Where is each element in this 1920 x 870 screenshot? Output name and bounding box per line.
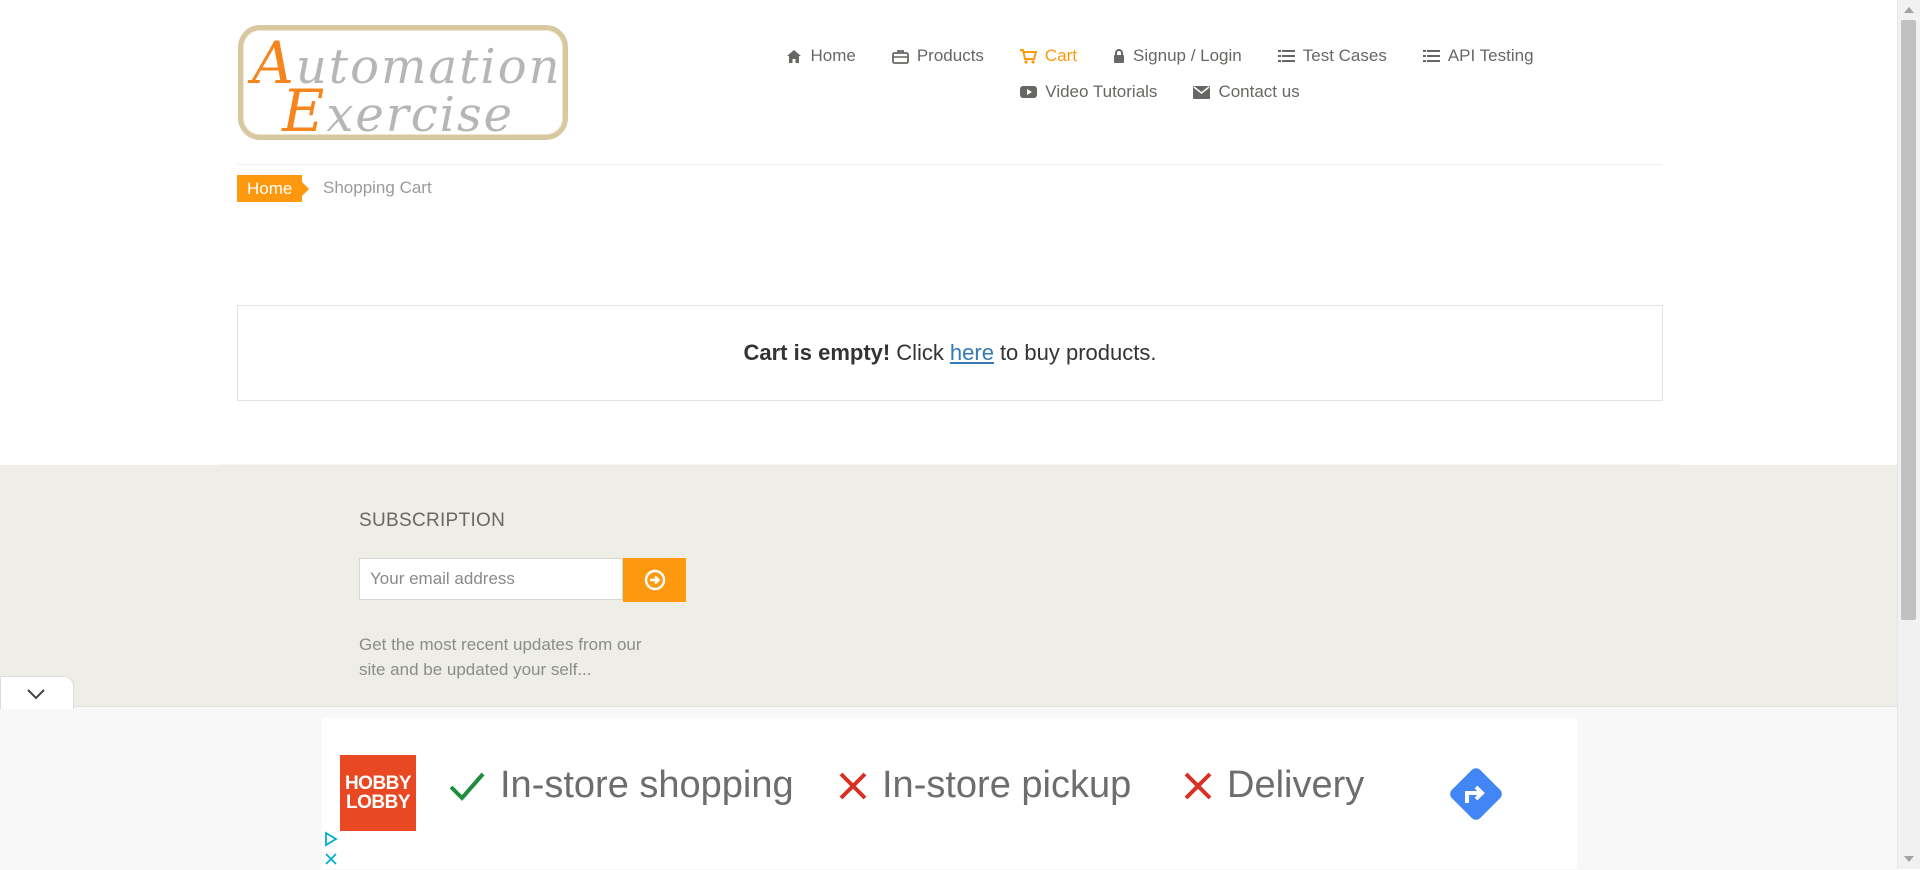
ad-collapse-toggle[interactable] xyxy=(0,676,74,709)
subscribe-button[interactable] xyxy=(623,558,686,602)
nav-item-products[interactable]: Products xyxy=(891,46,984,66)
ad-brand-line-2: LOBBY xyxy=(346,792,411,813)
nav-item-video-tutorials[interactable]: Video Tutorials xyxy=(1020,82,1157,102)
nav-label: API Testing xyxy=(1447,46,1534,65)
list-icon xyxy=(1277,50,1295,62)
nav-label: Signup / Login xyxy=(1133,46,1242,65)
logo-line-2: Exercise xyxy=(282,77,515,145)
cross-icon xyxy=(1184,772,1212,799)
home-icon xyxy=(787,49,802,63)
nav-label: Contact us xyxy=(1218,82,1300,101)
nav-item-home[interactable]: Home xyxy=(786,46,856,66)
nav-row-1: Home Products Cart Signup / Login Test C… xyxy=(700,38,1620,74)
nav-label: Home xyxy=(810,46,856,65)
subscription-email-input[interactable] xyxy=(359,558,623,600)
arrow-circle-right-icon xyxy=(644,569,666,591)
nav-item-test-cases[interactable]: Test Cases xyxy=(1277,46,1387,66)
ad-feature-label: In-store pickup xyxy=(882,764,1132,806)
nav-label: Cart xyxy=(1044,46,1078,65)
empty-cart-click-text: Click xyxy=(896,340,944,365)
lock-icon xyxy=(1114,48,1125,63)
footer-divider xyxy=(218,464,1680,465)
breadcrumb-home[interactable]: Home xyxy=(237,175,310,202)
nav-label: Products xyxy=(916,46,984,65)
ad-feature-in-store-pickup: In-store pickup xyxy=(838,764,1131,807)
list-icon xyxy=(1422,50,1440,62)
empty-cart-rest-text: to buy products. xyxy=(999,340,1157,365)
ad-feature-in-store-shopping: In-store shopping xyxy=(448,764,794,807)
ad-feature-delivery: Delivery xyxy=(1183,764,1364,807)
adchoices-icon[interactable] xyxy=(324,831,338,847)
cross-icon xyxy=(839,772,867,799)
nav-label: Video Tutorials xyxy=(1045,82,1158,101)
scroll-down-arrow[interactable] xyxy=(1904,856,1914,862)
subscription-title: SUBSCRIPTION xyxy=(359,510,506,531)
shopping-cart-icon xyxy=(1019,48,1037,64)
vertical-scrollbar[interactable] xyxy=(1897,0,1920,869)
check-icon xyxy=(449,772,485,801)
empty-cart-heading: Cart is empty! xyxy=(743,340,891,365)
nav-label: Test Cases xyxy=(1302,46,1387,65)
site-logo[interactable]: Automation Exercise xyxy=(238,25,568,145)
envelope-icon xyxy=(1193,85,1211,99)
ad-brand-logo[interactable]: HOBBY LOBBY xyxy=(340,755,416,831)
nav-row-2: Video Tutorials Contact us xyxy=(700,74,1620,110)
empty-cart-message: Cart is empty! Click here to buy product… xyxy=(237,305,1663,401)
nav-item-contact-us[interactable]: Contact us xyxy=(1193,82,1300,102)
scrollbar-thumb[interactable] xyxy=(1901,20,1916,620)
header-divider xyxy=(237,164,1662,165)
youtube-play-icon xyxy=(1020,86,1038,98)
briefcase-icon xyxy=(891,49,909,64)
ad-feature-label: Delivery xyxy=(1227,764,1365,806)
scroll-up-arrow[interactable] xyxy=(1904,7,1914,13)
ad-feature-label: In-store shopping xyxy=(500,764,794,806)
ad-close-icon[interactable] xyxy=(324,852,338,866)
breadcrumb-current: Shopping Cart xyxy=(323,178,432,197)
subscription-description: Get the most recent updates from our sit… xyxy=(359,635,642,679)
nav-item-signup-login[interactable]: Signup / Login xyxy=(1113,46,1242,66)
page: Automation Exercise Home Products Cart S… xyxy=(0,0,1898,870)
chevron-down-icon xyxy=(27,689,45,700)
ad-brand-line-1: HOBBY xyxy=(344,773,412,794)
buy-products-link[interactable]: here xyxy=(950,340,994,366)
nav-item-api-testing[interactable]: API Testing xyxy=(1422,46,1534,66)
nav-item-cart[interactable]: Cart xyxy=(1019,46,1078,66)
directions-icon[interactable] xyxy=(1447,765,1505,823)
main-nav: Home Products Cart Signup / Login Test C… xyxy=(700,38,1620,110)
